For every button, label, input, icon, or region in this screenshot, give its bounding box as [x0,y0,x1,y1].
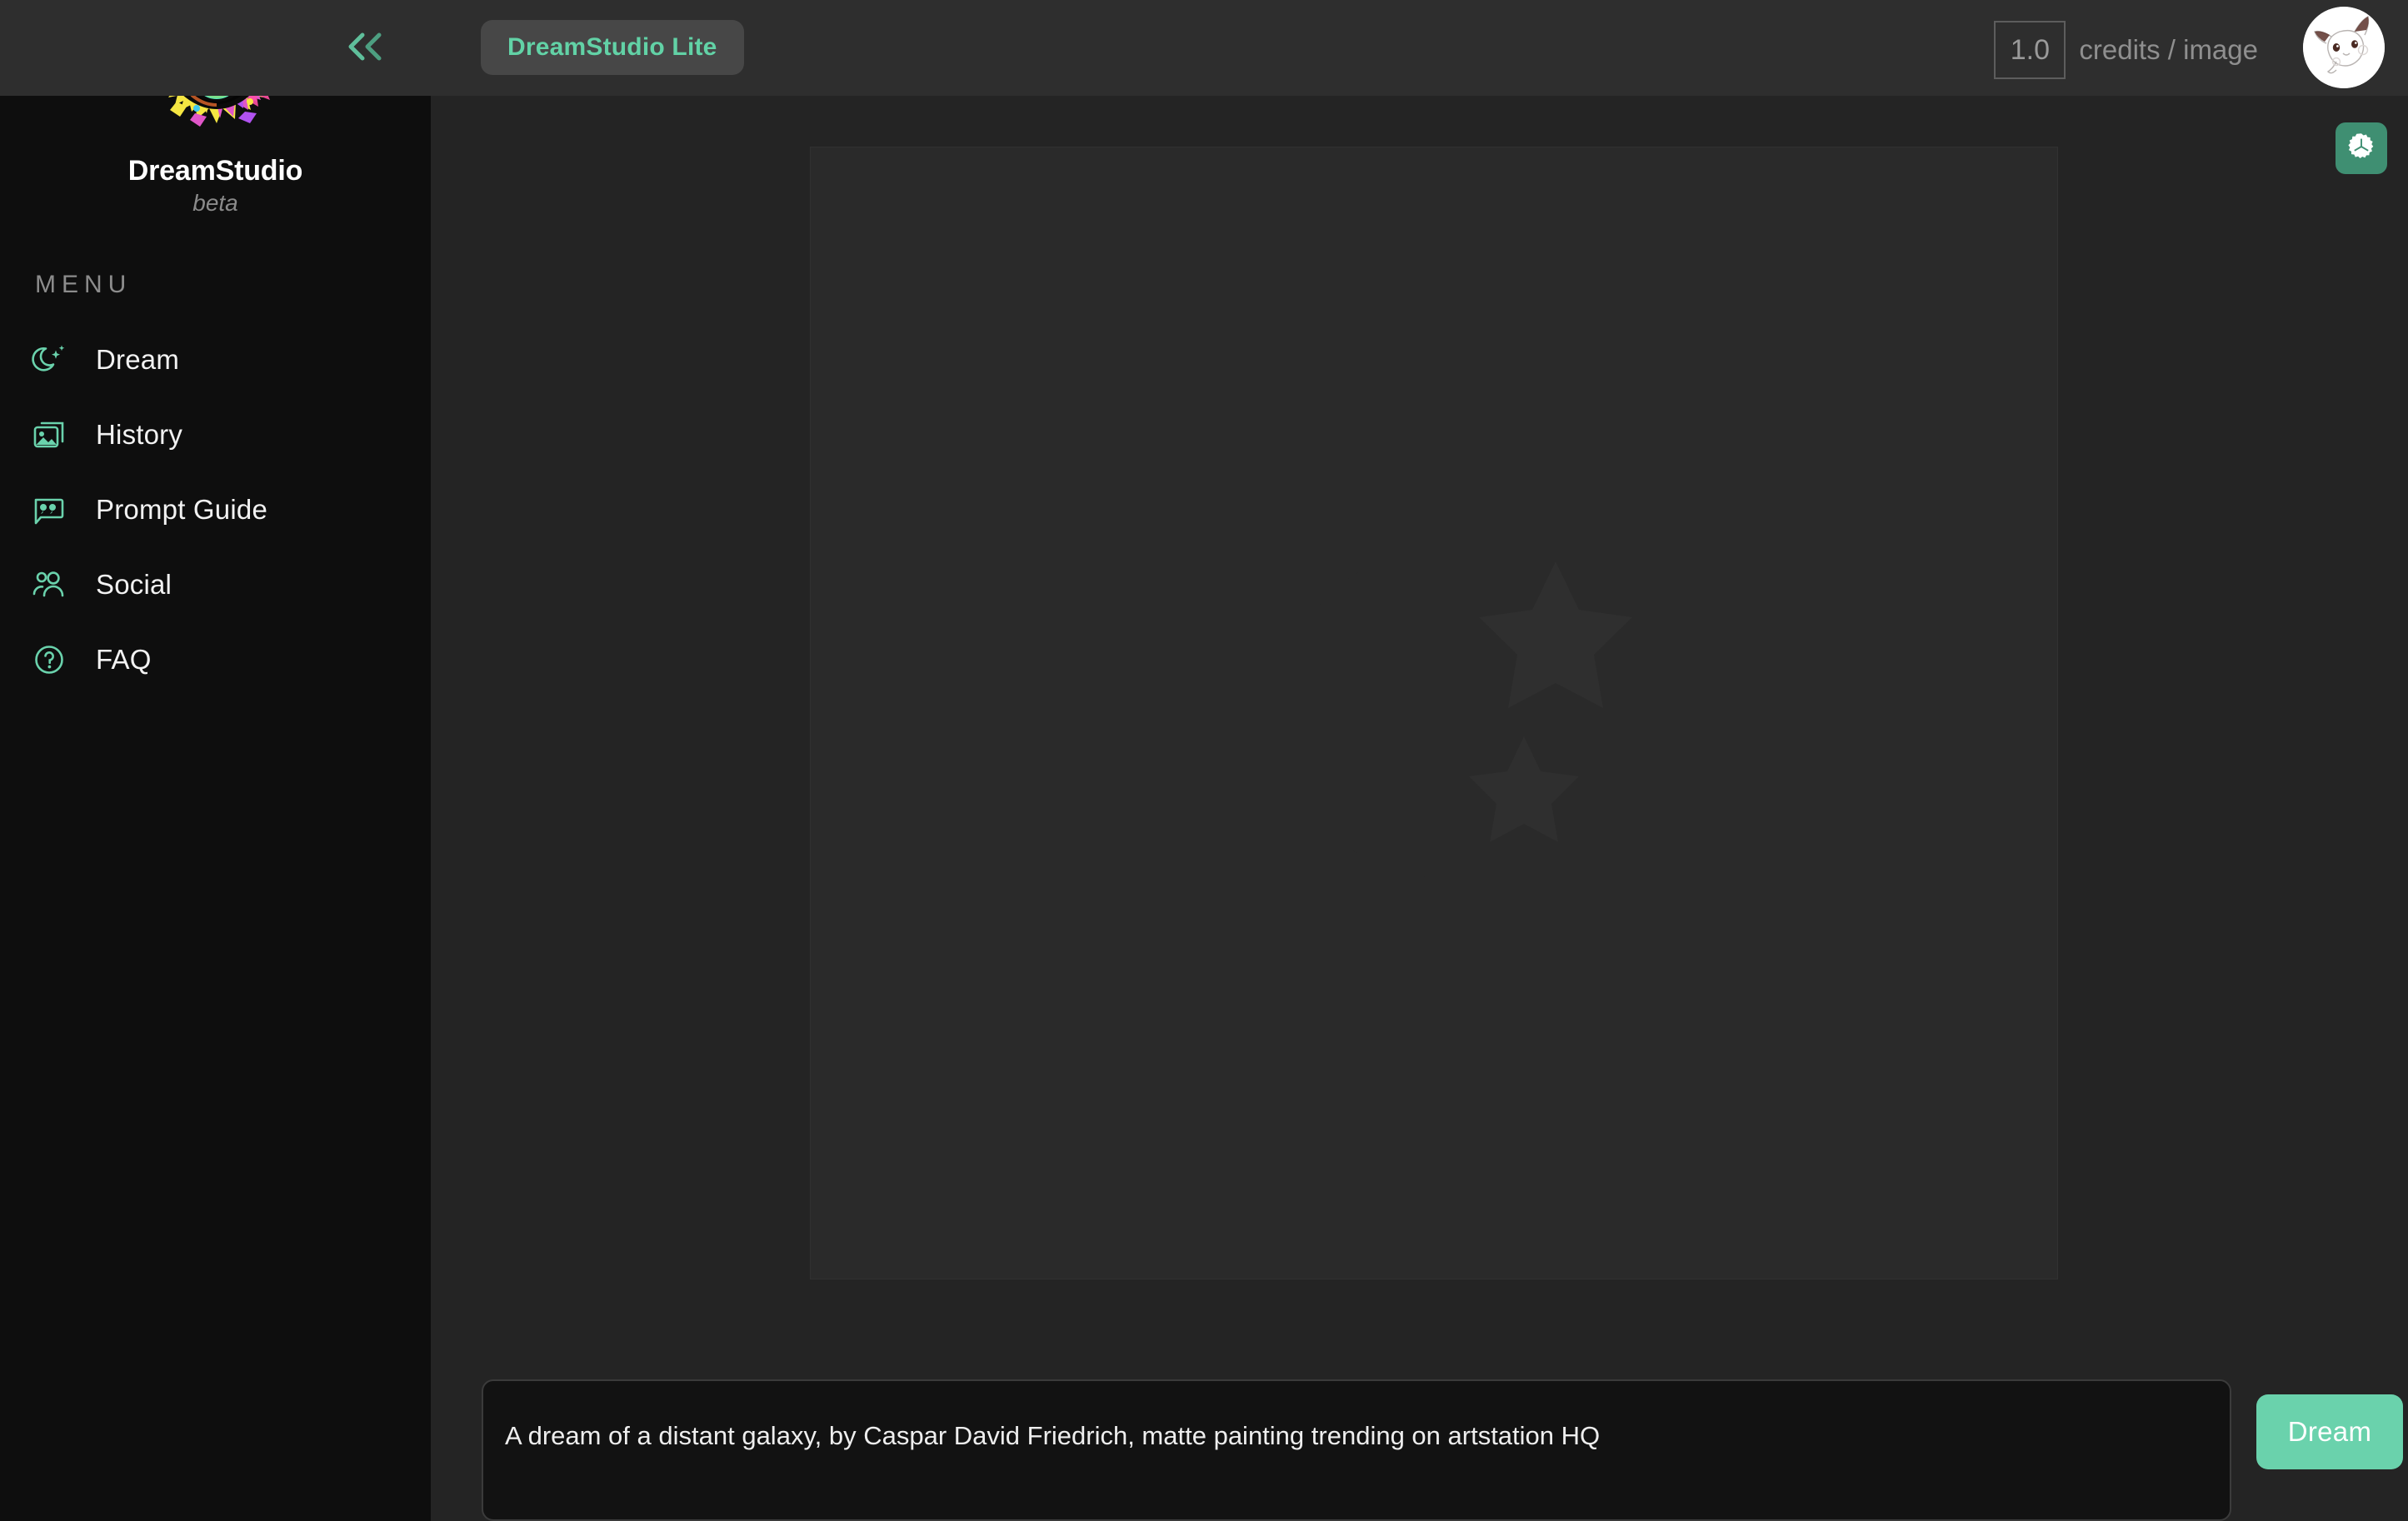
sidebar-item-label: Dream [96,344,180,375]
settings-button[interactable] [2336,122,2387,174]
sidebar-item-prompt-guide[interactable]: Prompt Guide [0,472,431,547]
sidebar-item-history[interactable]: History [0,397,431,472]
credits-label: credits / image [2079,34,2258,65]
credits-value-box: 1.0 [1994,21,2066,79]
dream-button[interactable]: Dream [2256,1394,2403,1469]
sidebar-menu-list: Dream History Prompt Guide Social FAQ [0,322,431,697]
main-content: Dream [431,96,2408,1521]
sidebar-item-label: Prompt Guide [96,494,267,525]
speech-bubble-quote-icon [30,491,68,529]
gear-icon [2346,131,2377,167]
sidebar: DreamStudio beta MENU Dream History Prom… [0,15,431,1521]
sidebar-item-social[interactable]: Social [0,547,431,622]
lite-badge-label: DreamStudio Lite [507,33,717,61]
avatar[interactable] [2303,7,2385,88]
sidebar-item-label: FAQ [96,644,152,675]
moon-sparkle-icon [30,341,68,379]
credits-indicator: 1.0 credits / image [1994,21,2258,79]
menu-section-heading: MENU [35,271,132,298]
image-canvas[interactable] [810,147,2058,1279]
sidebar-item-label: Social [96,569,172,600]
dreamstudio-app: DreamStudio Lite 1.0 credits / image Dre… [0,0,2408,1521]
prompt-input[interactable] [482,1379,2231,1521]
crescent-moon-stars-icon [1226,505,1642,921]
brand-name: DreamStudio [127,155,303,187]
top-header-bar: DreamStudio Lite 1.0 credits / image [0,0,2408,96]
question-circle-icon [30,641,68,679]
brand-beta-label: beta [192,190,238,216]
sidebar-collapse-button[interactable] [337,25,397,72]
sidebar-item-label: History [96,419,183,450]
image-stack-icon [30,416,68,454]
double-chevron-left-icon [342,30,391,67]
people-icon [30,566,68,604]
sidebar-item-faq[interactable]: FAQ [0,622,431,697]
sidebar-item-dream[interactable]: Dream [0,322,431,397]
dreamstudio-lite-badge[interactable]: DreamStudio Lite [481,20,744,75]
prompt-bar: Dream [431,1325,2408,1521]
